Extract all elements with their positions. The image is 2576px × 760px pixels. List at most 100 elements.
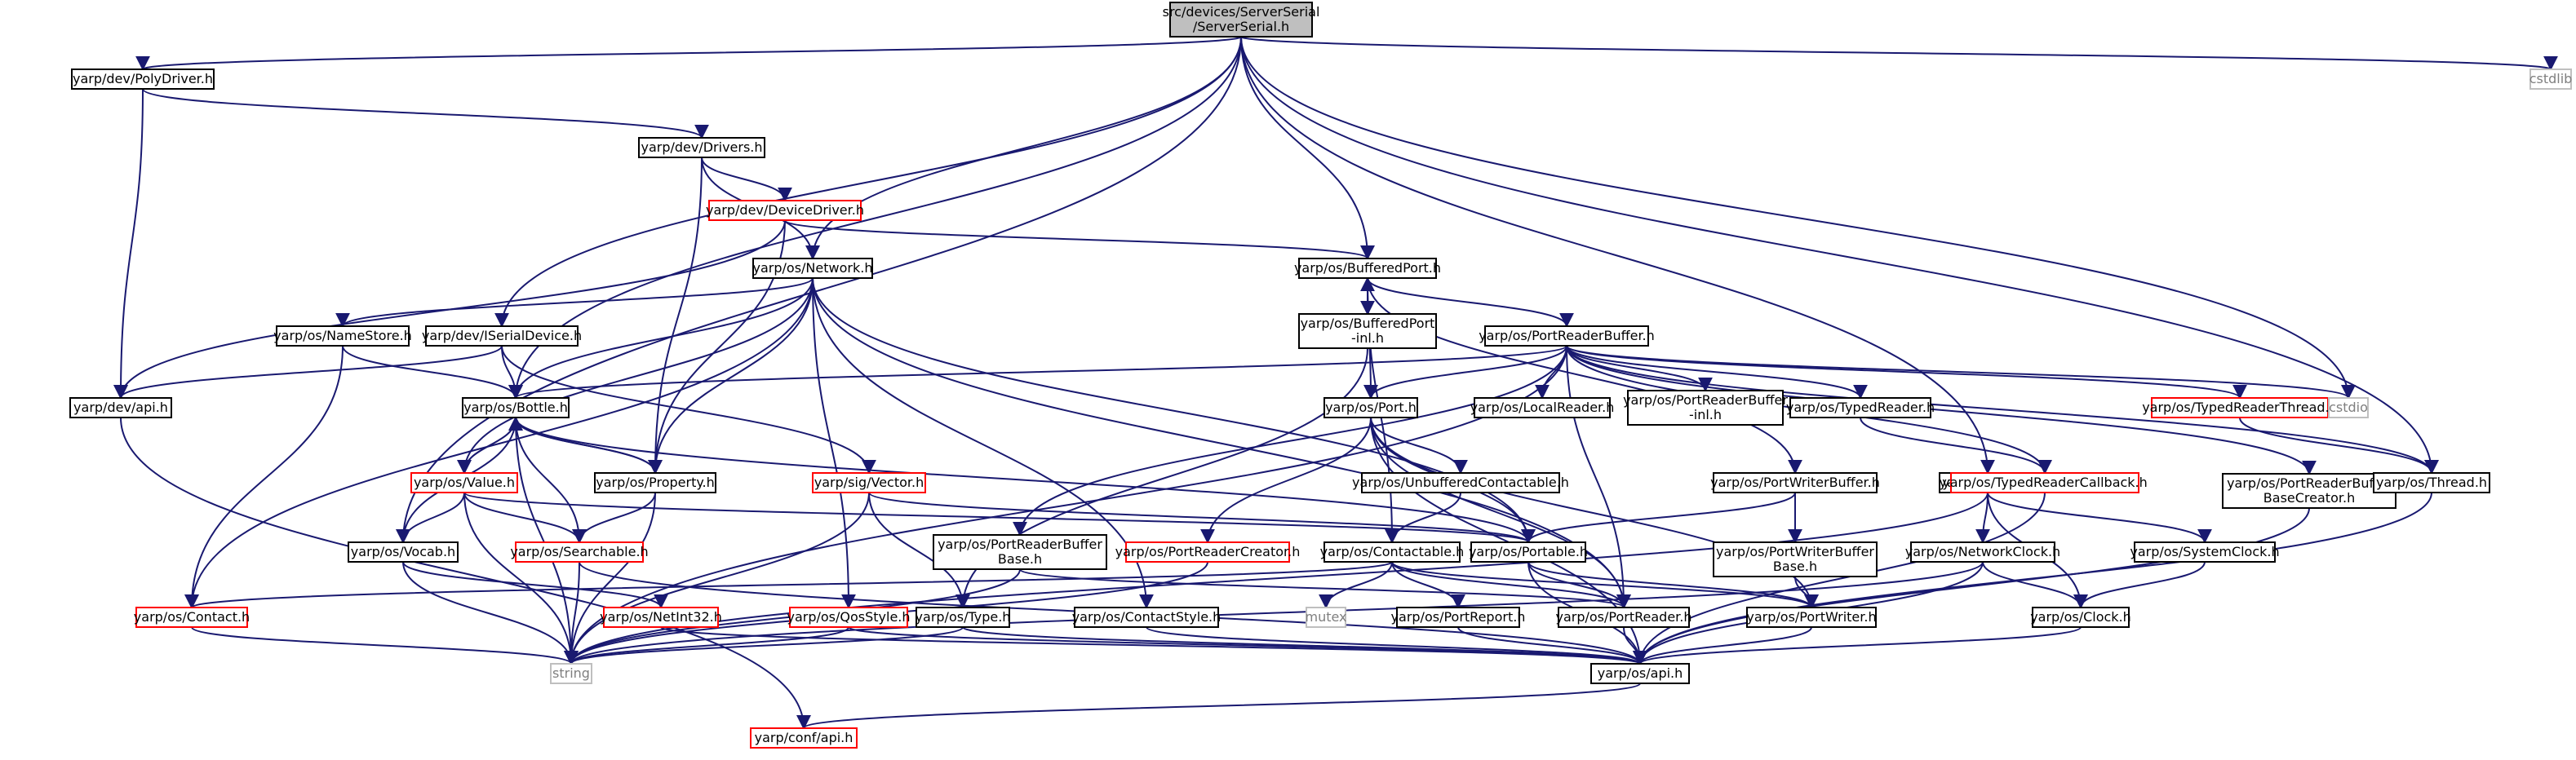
node-vocab[interactable]: yarp/os/Vocab.h: [348, 541, 459, 563]
node-portreader-label: yarp/os/PortReader.h: [1555, 609, 1691, 625]
edge-contact-to-string: [191, 626, 579, 665]
node-string-label: string: [552, 665, 590, 681]
edge-drivers-to-devicedriver: [701, 157, 792, 202]
edge-namestore-to-contact: [184, 345, 344, 609]
node-clock[interactable]: yarp/os/Clock.h: [2030, 607, 2131, 628]
edge-portreaderbuffer-to-bottle: [508, 345, 1567, 400]
node-portreaderbuffercreator[interactable]: yarp/os/PortReaderBufferBaseCreator.h: [2222, 473, 2396, 509]
node-portreaderbuffercreator-label: BaseCreator.h: [2263, 490, 2355, 506]
node-portwriterbufferbase-label: Base.h: [1773, 559, 1817, 574]
node-value[interactable]: yarp/os/Value.h: [410, 472, 518, 493]
node-iserialdevice-label: yarp/dev/ISerialDevice.h: [422, 328, 582, 343]
node-networkclock[interactable]: yarp/os/NetworkClock.h: [1905, 541, 2060, 563]
node-port[interactable]: yarp/os/Port.h: [1323, 397, 1418, 418]
node-osapi[interactable]: yarp/os/api.h: [1590, 663, 1690, 684]
node-portreaderbuffer[interactable]: yarp/os/PortReaderBuffer.h: [1479, 325, 1655, 347]
node-confapi[interactable]: yarp/conf/api.h: [750, 727, 858, 749]
node-cstdio-label: cstdio: [2329, 400, 2368, 415]
edge-time-to-string: [564, 492, 1989, 665]
node-portreader[interactable]: yarp/os/PortReader.h: [1555, 607, 1692, 628]
node-root-label: /ServerSerial.h: [1193, 19, 1289, 34]
node-thread[interactable]: yarp/os/Thread.h: [2373, 472, 2490, 493]
node-cstdlib-label: cstdlib: [2529, 71, 2573, 86]
node-confapi-label: yarp/conf/api.h: [755, 730, 853, 745]
node-contact[interactable]: yarp/os/Contact.h: [134, 607, 250, 628]
edge-value-to-bottle: [463, 416, 523, 474]
node-unbufferedcontactable-label: yarp/os/UnbufferedContactable.h: [1352, 475, 1569, 490]
edge-property-to-bottle: [508, 416, 656, 474]
edge-value-to-string: [463, 492, 579, 665]
node-portwriterbufferbase-label: yarp/os/PortWriterBuffer: [1716, 544, 1874, 559]
node-typedreader-label: yarp/os/TypedReader.h: [1786, 400, 1935, 415]
node-namestore[interactable]: yarp/os/NameStore.h: [273, 325, 412, 347]
edge-time-to-systemclock: [1987, 492, 2212, 544]
node-qosstyle[interactable]: yarp/os/QosStyle.h: [787, 607, 911, 628]
node-networkclock-label: yarp/os/NetworkClock.h: [1905, 544, 2060, 559]
edge-osapi-to-confapi: [796, 683, 1641, 730]
node-type[interactable]: yarp/os/Type.h: [916, 607, 1011, 628]
node-portreport[interactable]: yarp/os/PortReport.h: [1391, 607, 1526, 628]
node-vector-label: yarp/sig/Vector.h: [814, 475, 924, 490]
node-network[interactable]: yarp/os/Network.h: [752, 258, 873, 279]
node-typedreaderthread[interactable]: yarp/os/TypedReaderThread.h: [2142, 397, 2338, 418]
node-devicedriver-label: yarp/dev/DeviceDriver.h: [706, 202, 864, 218]
node-network-label: yarp/os/Network.h: [753, 260, 873, 276]
edge-type-to-osapi: [962, 626, 1647, 665]
node-portwriterbufferbase[interactable]: yarp/os/PortWriterBufferBase.h: [1713, 541, 1878, 577]
node-thread-label: yarp/os/Thread.h: [2376, 475, 2487, 490]
node-bufferedport[interactable]: yarp/os/BufferedPort.h: [1294, 258, 1441, 279]
node-clock-label: yarp/os/Clock.h: [2030, 609, 2131, 625]
node-systemclock[interactable]: yarp/os/SystemClock.h: [2130, 541, 2280, 563]
edge-value-to-searchable: [463, 492, 587, 544]
node-drivers[interactable]: yarp/dev/Drivers.h: [638, 137, 765, 158]
node-portwriterbuffer-label: yarp/os/PortWriterBuffer.h: [1710, 475, 1880, 490]
node-port-label: yarp/os/Port.h: [1325, 400, 1417, 415]
node-vocab-label: yarp/os/Vocab.h: [351, 544, 455, 559]
edge-networkclock-to-clock: [1982, 561, 2088, 609]
edge-root-to-cstdlib: [1240, 36, 2557, 71]
node-vector[interactable]: yarp/sig/Vector.h: [812, 472, 926, 493]
node-property-label: yarp/os/Property.h: [596, 475, 715, 490]
node-portreaderbufferbase[interactable]: yarp/os/PortReaderBufferBase.h: [933, 534, 1107, 570]
node-portwriterbuffer[interactable]: yarp/os/PortWriterBuffer.h: [1710, 472, 1880, 493]
edge-polydriver-to-drivers: [142, 88, 709, 139]
edge-root-to-iserialdevice: [494, 36, 1242, 328]
node-root[interactable]: src/devices/ServerSerial/ServerSerial.h: [1163, 2, 1320, 38]
edge-typedreadercallback-to-osapi: [1633, 492, 2046, 665]
node-bufferedportinl[interactable]: yarp/os/BufferedPort-inl.h: [1298, 313, 1437, 349]
node-portreaderbufferinl[interactable]: yarp/os/PortReaderBuffer-inl.h: [1623, 390, 1788, 426]
node-drivers-label: yarp/dev/Drivers.h: [641, 139, 762, 155]
node-portable[interactable]: yarp/os/Portable.h: [1469, 541, 1588, 563]
edge-type-to-string: [564, 626, 964, 665]
node-portreadercreator[interactable]: yarp/os/PortReaderCreator.h: [1115, 541, 1301, 563]
node-contactable[interactable]: yarp/os/Contactable.h: [1320, 541, 1465, 563]
node-contactstyle[interactable]: yarp/os/ContactStyle.h: [1072, 607, 1221, 628]
node-portwriter[interactable]: yarp/os/PortWriter.h: [1746, 607, 1877, 628]
node-qosstyle-label: yarp/os/QosStyle.h: [787, 609, 910, 625]
edge-typedreaderthread-to-thread: [2239, 417, 2439, 475]
node-unbufferedcontactable[interactable]: yarp/os/UnbufferedContactable.h: [1352, 472, 1569, 493]
node-property[interactable]: yarp/os/Property.h: [594, 472, 716, 493]
node-portreport-label: yarp/os/PortReport.h: [1391, 609, 1526, 625]
edge-network-to-property: [648, 277, 814, 475]
node-bottle[interactable]: yarp/os/Bottle.h: [462, 397, 570, 418]
node-localreader[interactable]: yarp/os/LocalReader.h: [1470, 397, 1615, 418]
node-cstdio: cstdio: [2328, 397, 2369, 418]
node-netint32[interactable]: yarp/os/NetInt32.h: [600, 607, 722, 628]
node-typedreadercallback[interactable]: yarp/os/TypedReaderCallback.h: [1942, 472, 2148, 493]
node-devicedriver[interactable]: yarp/dev/DeviceDriver.h: [706, 200, 864, 221]
node-iserialdevice[interactable]: yarp/dev/ISerialDevice.h: [422, 325, 582, 347]
node-portreaderbuffercreator-label: yarp/os/PortReaderBuffer: [2227, 475, 2392, 491]
node-netint32-label: yarp/os/NetInt32.h: [600, 609, 722, 625]
node-searchable[interactable]: yarp/os/Searchable.h: [510, 541, 649, 563]
node-typedreaderthread-label: yarp/os/TypedReaderThread.h: [2142, 400, 2338, 415]
node-string: string: [550, 663, 592, 684]
node-polydriver[interactable]: yarp/dev/PolyDriver.h: [71, 68, 215, 90]
node-devapi[interactable]: yarp/dev/api.h: [69, 397, 172, 418]
node-bottle-label: yarp/os/Bottle.h: [463, 400, 568, 415]
node-value-label: yarp/os/Value.h: [414, 475, 515, 490]
node-typedreader[interactable]: yarp/os/TypedReader.h: [1786, 397, 1935, 418]
edge-qosstyle-to-osapi: [848, 626, 1647, 665]
node-typedreadercallback-label: yarp/os/TypedReaderCallback.h: [1942, 475, 2148, 490]
edge-property-to-searchable: [572, 492, 656, 544]
